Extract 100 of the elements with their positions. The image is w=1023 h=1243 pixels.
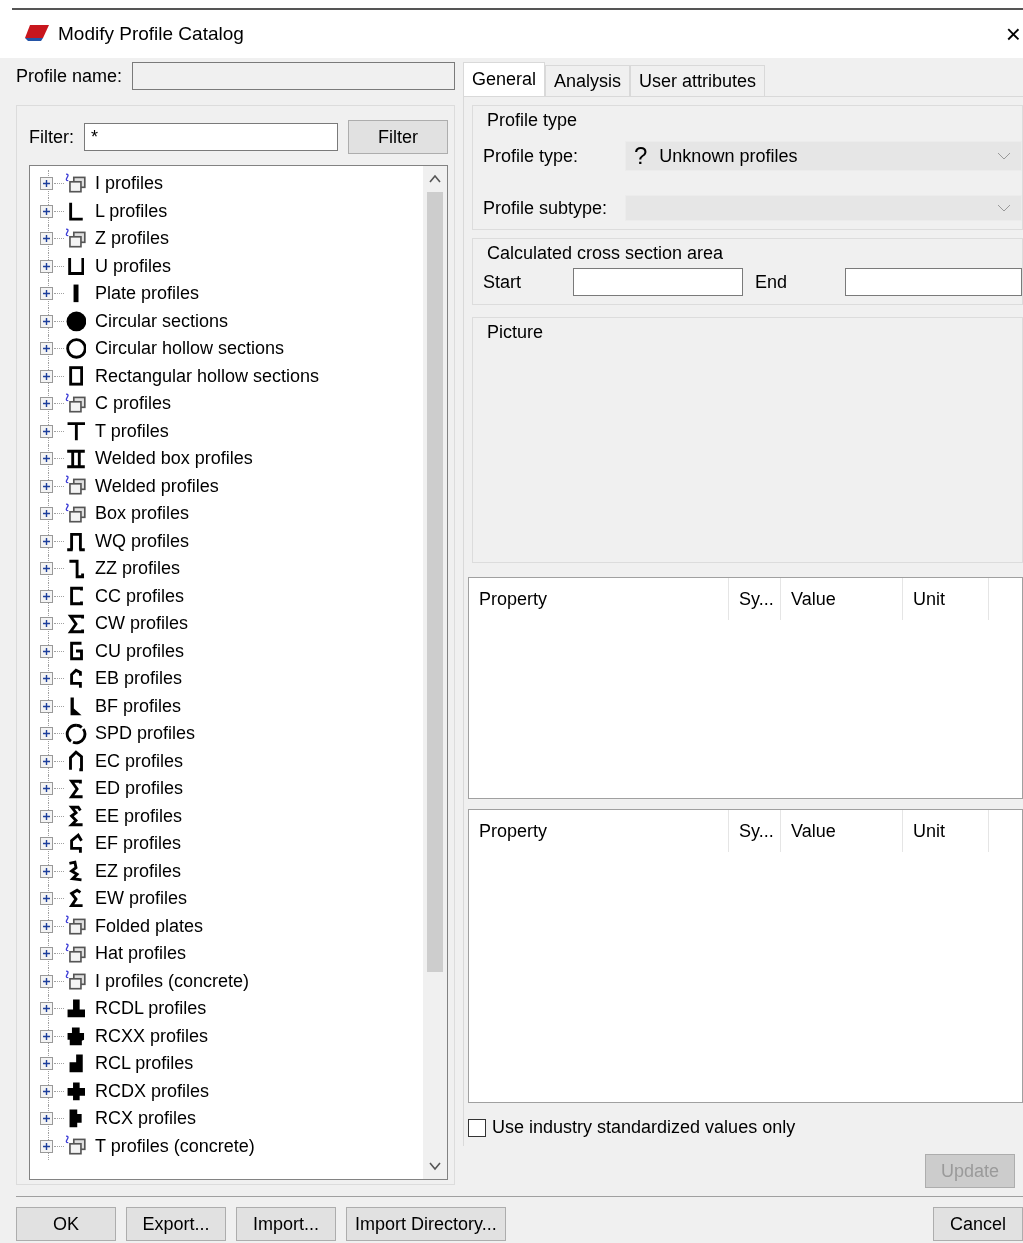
expand-icon[interactable] bbox=[40, 259, 53, 273]
expand-icon[interactable] bbox=[40, 947, 53, 961]
tree-item[interactable]: I profiles bbox=[95, 173, 164, 195]
tree-item[interactable]: CW profiles bbox=[95, 613, 188, 635]
column-header[interactable]: Sy... bbox=[729, 578, 781, 620]
tree-item[interactable]: Welded profiles bbox=[95, 475, 219, 497]
tree-item[interactable]: RCX profiles bbox=[95, 1108, 197, 1130]
expand-icon[interactable] bbox=[40, 424, 53, 438]
profile-name-field[interactable] bbox=[132, 62, 455, 90]
checkbox[interactable] bbox=[468, 1118, 486, 1137]
close-button[interactable]: × bbox=[1005, 18, 1021, 50]
expand-icon[interactable] bbox=[40, 204, 53, 218]
expand-icon[interactable] bbox=[40, 919, 53, 933]
tree-item[interactable]: ED profiles bbox=[95, 778, 184, 800]
expand-icon[interactable] bbox=[40, 1057, 53, 1071]
column-header[interactable]: Value bbox=[781, 810, 903, 852]
column-header[interactable]: Value bbox=[781, 578, 903, 620]
scrollbar[interactable] bbox=[423, 166, 447, 1179]
catalog-icon bbox=[65, 172, 87, 195]
tree-item[interactable]: Circular hollow sections bbox=[95, 338, 285, 360]
expand-icon[interactable] bbox=[40, 177, 53, 191]
tree-item[interactable]: RCXX profiles bbox=[95, 1025, 209, 1047]
expand-icon[interactable] bbox=[40, 479, 53, 493]
tree-item[interactable]: Z profiles bbox=[95, 228, 170, 250]
column-header[interactable]: Property bbox=[469, 810, 729, 852]
tree-item[interactable]: EC profiles bbox=[95, 750, 184, 772]
profile-shape-icon bbox=[65, 310, 87, 332]
column-header[interactable]: Property bbox=[469, 578, 729, 620]
tree-item[interactable]: RCL profiles bbox=[95, 1053, 194, 1075]
end-field[interactable] bbox=[845, 268, 1022, 296]
expand-icon[interactable] bbox=[40, 397, 53, 411]
expand-icon[interactable] bbox=[40, 507, 53, 521]
tree-item[interactable]: Rectangular hollow sections bbox=[95, 365, 320, 387]
tree-item[interactable]: I profiles (concrete) bbox=[95, 970, 250, 992]
column-header[interactable]: Unit bbox=[903, 810, 989, 852]
tree-item[interactable]: CU profiles bbox=[95, 640, 185, 662]
tree-item[interactable]: BF profiles bbox=[95, 695, 182, 717]
expand-icon[interactable] bbox=[40, 974, 53, 988]
profile-shape-icon bbox=[66, 999, 86, 1019]
tree-item[interactable]: EZ profiles bbox=[95, 860, 182, 882]
expand-icon[interactable] bbox=[40, 1002, 53, 1016]
expand-icon[interactable] bbox=[40, 452, 53, 466]
cancel-button[interactable]: Cancel bbox=[933, 1207, 1023, 1241]
expand-icon[interactable] bbox=[40, 287, 53, 301]
expand-icon[interactable] bbox=[40, 314, 53, 328]
expand-icon[interactable] bbox=[40, 369, 53, 383]
filter-button[interactable]: Filter bbox=[348, 120, 448, 154]
tree-item[interactable]: Plate profiles bbox=[95, 283, 200, 305]
tree-item[interactable]: WQ profiles bbox=[95, 530, 190, 552]
expand-icon[interactable] bbox=[40, 782, 53, 796]
tree-item[interactable]: RCDL profiles bbox=[95, 998, 207, 1020]
tree-item[interactable]: Circular sections bbox=[95, 310, 229, 332]
expand-icon[interactable] bbox=[40, 644, 53, 658]
expand-icon[interactable] bbox=[40, 589, 53, 603]
tree-item[interactable]: EW profiles bbox=[95, 888, 188, 910]
expand-icon[interactable] bbox=[40, 1112, 53, 1126]
dialog-button[interactable]: Import Directory... bbox=[346, 1207, 506, 1241]
dialog-button[interactable]: Export... bbox=[126, 1207, 226, 1241]
expand-icon[interactable] bbox=[40, 562, 53, 576]
tree-item[interactable]: C profiles bbox=[95, 393, 172, 415]
tree-item[interactable]: EF profiles bbox=[95, 833, 182, 855]
tree-item[interactable]: Folded plates bbox=[95, 915, 204, 937]
expand-icon[interactable] bbox=[40, 892, 53, 906]
expand-icon[interactable] bbox=[40, 754, 53, 768]
tree-item[interactable]: SPD profiles bbox=[95, 723, 196, 745]
dialog-button[interactable]: Import... bbox=[236, 1207, 336, 1241]
filter-field[interactable]: * bbox=[84, 123, 338, 151]
expand-icon[interactable] bbox=[40, 699, 53, 713]
tab[interactable]: User attributes bbox=[630, 65, 766, 96]
dialog-button[interactable]: OK bbox=[16, 1207, 116, 1241]
expand-icon[interactable] bbox=[40, 342, 53, 356]
expand-icon[interactable] bbox=[40, 1139, 53, 1153]
tree-item[interactable]: Hat profiles bbox=[95, 943, 187, 965]
expand-icon[interactable] bbox=[40, 727, 53, 741]
tree-item[interactable]: T profiles (concrete) bbox=[95, 1135, 255, 1157]
tree-item[interactable]: Welded box profiles bbox=[95, 448, 253, 470]
expand-icon[interactable] bbox=[40, 809, 53, 823]
tree-item[interactable]: L profiles bbox=[95, 200, 168, 222]
tree-item[interactable]: CC profiles bbox=[95, 585, 185, 607]
tree-item[interactable]: Box profiles bbox=[95, 503, 190, 525]
tree-item[interactable]: EB profiles bbox=[95, 668, 183, 690]
tree-item[interactable]: EE profiles bbox=[95, 805, 183, 827]
tab[interactable]: Analysis bbox=[545, 65, 631, 96]
expand-icon[interactable] bbox=[40, 232, 53, 246]
expand-icon[interactable] bbox=[40, 1029, 53, 1043]
tree-item[interactable]: T profiles bbox=[95, 420, 169, 442]
tree-item[interactable]: ZZ profiles bbox=[95, 558, 181, 580]
tab[interactable]: General bbox=[463, 62, 546, 96]
tree-item[interactable]: U profiles bbox=[95, 255, 172, 277]
expand-icon[interactable] bbox=[40, 864, 53, 878]
expand-icon[interactable] bbox=[40, 534, 53, 548]
tree-item[interactable]: RCDX profiles bbox=[95, 1080, 210, 1102]
profile-type-dropdown[interactable]: ? Unknown profiles bbox=[625, 141, 1022, 171]
expand-icon[interactable] bbox=[40, 837, 53, 851]
start-field[interactable] bbox=[573, 268, 743, 296]
column-header[interactable]: Unit bbox=[903, 578, 989, 620]
expand-icon[interactable] bbox=[40, 672, 53, 686]
expand-icon[interactable] bbox=[40, 1084, 53, 1098]
expand-icon[interactable] bbox=[40, 617, 53, 631]
column-header[interactable]: Sy... bbox=[729, 810, 781, 852]
